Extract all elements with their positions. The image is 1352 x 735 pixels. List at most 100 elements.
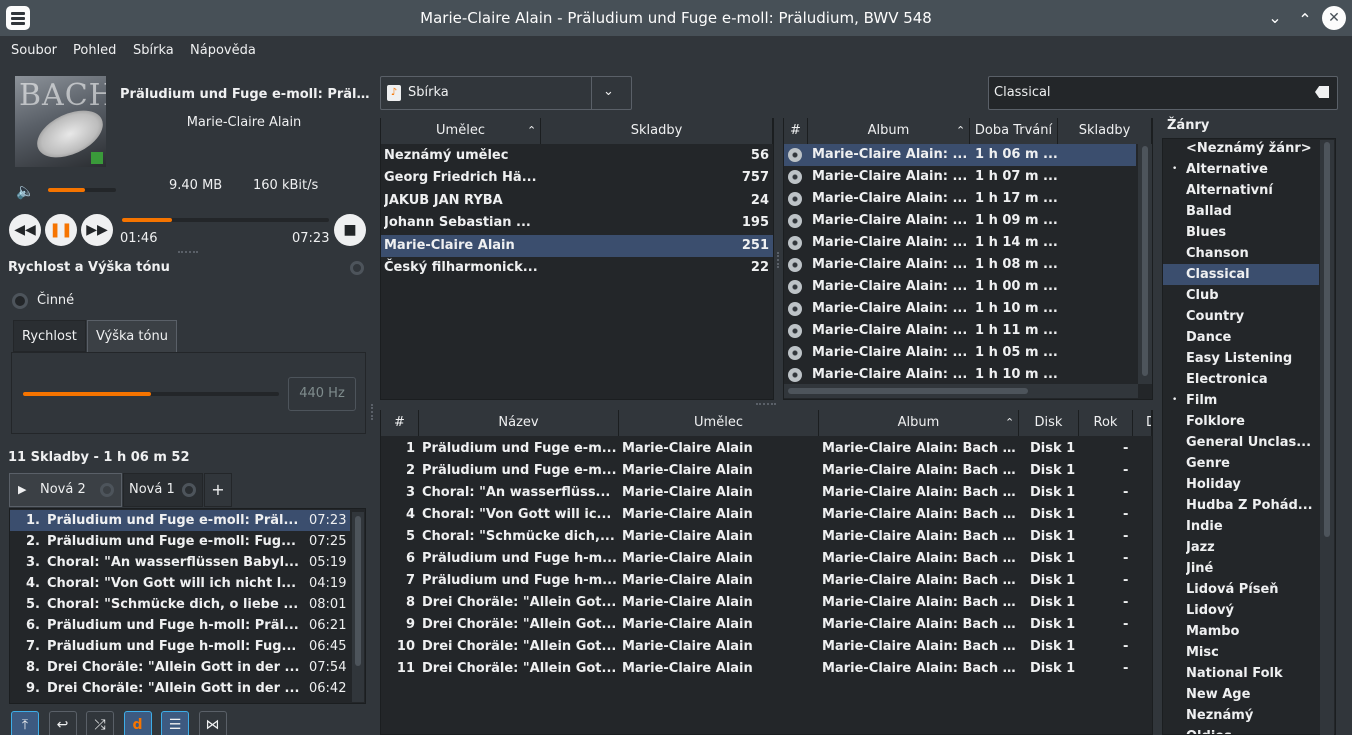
close-icon[interactable]: ✕ — [1322, 6, 1346, 30]
genre-item[interactable]: National Folk — [1163, 663, 1319, 684]
tab-vyska-tonu[interactable]: Výška tónu — [87, 320, 177, 352]
genre-item[interactable]: Chanson — [1163, 243, 1319, 264]
artist-column-header[interactable]: Umělec ⌃ — [381, 118, 541, 144]
album-row[interactable]: Marie-Claire Alain: ... 1 h 10 m ... — [784, 364, 1136, 386]
chevron-up-icon[interactable]: ⌃ — [1293, 8, 1317, 32]
source-dropdown[interactable]: ♪ Sbírka ⌄ — [380, 76, 632, 110]
splitter-handle[interactable] — [371, 404, 375, 420]
track-row[interactable]: 1 Präludium und Fuge e-m... Marie-Claire A… — [381, 438, 1152, 460]
extra-column-header[interactable]: D — [1133, 410, 1152, 436]
artist-row[interactable]: Neznámý umělec 56 — [381, 145, 773, 167]
genre-item[interactable]: • Film — [1163, 390, 1319, 411]
genre-item[interactable]: <Neznámý žánr> — [1163, 139, 1319, 159]
genre-item[interactable]: Folklore — [1163, 411, 1319, 432]
search-input[interactable]: Classical — [988, 76, 1338, 110]
genre-item[interactable]: Classical — [1163, 264, 1319, 285]
genre-item[interactable]: Blues — [1163, 222, 1319, 243]
menu-sbirka[interactable]: Sbírka — [133, 36, 174, 66]
splitter-handle[interactable] — [756, 403, 776, 407]
playlist-item[interactable]: 1. Präludium und Fuge e-moll: Präl... 07:2… — [10, 510, 350, 531]
playlist-item[interactable]: 8. Drei Choräle: "Allein Gott in der ... 0… — [10, 657, 350, 678]
playlist-item[interactable]: 3. Choral: "An wasserflüssen Babyl... 05:1… — [10, 552, 350, 573]
genre-item[interactable]: General Unclas... — [1163, 432, 1319, 453]
genre-item[interactable]: • Alternative — [1163, 159, 1319, 180]
artist-row[interactable]: Marie-Claire Alain 251 — [381, 234, 773, 257]
track-row[interactable]: 6 Präludium und Fuge h-m... Marie-Claire A… — [381, 548, 1152, 570]
genre-item[interactable]: Hudba Z Pohád... — [1163, 495, 1319, 516]
repeat-one-icon[interactable]: ⤒ — [11, 711, 39, 735]
track-row[interactable]: 7 Präludium und Fuge h-m... Marie-Claire A… — [381, 570, 1152, 592]
equalizer-icon[interactable]: ⋈ — [198, 711, 227, 735]
duration-column-header[interactable]: Doba Trvání — [970, 118, 1058, 144]
pause-icon[interactable]: ❚❚ — [45, 214, 77, 246]
genre-item[interactable]: Easy Listening — [1163, 348, 1319, 369]
genre-item[interactable]: Lidový — [1163, 600, 1319, 621]
artist-row[interactable]: Český filharmonick... 22 — [381, 257, 773, 279]
next-icon[interactable]: ▶▶ — [81, 214, 113, 246]
playlist-scroll-thumb[interactable] — [355, 516, 361, 666]
genre-item[interactable]: Lidová Píseň — [1163, 579, 1319, 600]
playlist-item[interactable]: 6. Präludium und Fuge h-moll: Präl... 06:2… — [10, 615, 350, 636]
playlist-tab-nova-1[interactable]: Nová 1 — [123, 473, 203, 507]
tab-rychlost[interactable]: Rychlost — [13, 320, 86, 352]
album-tracks-column-header[interactable]: Skladby — [1058, 118, 1152, 144]
disk-column-header[interactable]: Disk — [1019, 410, 1079, 436]
playlist-item[interactable]: 4. Choral: "Von Gott will ich nicht l... 0… — [10, 573, 350, 594]
pitch-slider[interactable] — [23, 392, 279, 396]
genre-item[interactable]: Dance — [1163, 327, 1319, 348]
track-artist-column-header[interactable]: Umělec — [619, 410, 819, 436]
genre-item[interactable]: Genre — [1163, 453, 1319, 474]
enabled-toggle[interactable] — [12, 293, 28, 309]
genre-item[interactable]: Misc — [1163, 642, 1319, 663]
previous-icon[interactable]: ◀◀ — [9, 214, 41, 246]
splitter-handle[interactable] — [178, 251, 198, 255]
genre-item[interactable]: Country — [1163, 306, 1319, 327]
chevron-down-icon[interactable]: ⌄ — [1263, 6, 1287, 30]
track-row[interactable]: 11 Drei Choräle: "Allein Got... Marie-Clai… — [381, 658, 1152, 680]
albums-scrollbar[interactable] — [1138, 144, 1152, 384]
album-row[interactable]: Marie-Claire Alain: ... 1 h 08 m ... — [784, 254, 1136, 276]
album-row[interactable]: Marie-Claire Alain: ... 1 h 14 m ... — [784, 232, 1136, 254]
playlist-item[interactable]: 5. Choral: "Schmücke dich, o liebe ... 08:… — [10, 594, 350, 615]
pitch-value-field[interactable]: 440 Hz — [288, 377, 356, 411]
album-row[interactable]: Marie-Claire Alain: ... 1 h 09 m ... — [784, 210, 1136, 232]
menu-napoveda[interactable]: Nápověda — [190, 36, 256, 66]
playlist-item[interactable]: 7. Präludium und Fuge h-moll: Fug... 06:45 — [10, 636, 350, 657]
track-album-column-header[interactable]: Album ⌃ — [819, 410, 1019, 436]
album-row[interactable]: Marie-Claire Alain: ... 1 h 07 m ... — [784, 166, 1136, 188]
genre-item[interactable]: Jazz — [1163, 537, 1319, 558]
repeat-icon[interactable]: ↩ — [48, 711, 77, 735]
title-column-header[interactable]: Název — [419, 410, 619, 436]
stop-icon[interactable]: ■ — [334, 214, 366, 246]
seek-slider[interactable] — [122, 218, 329, 222]
genre-item[interactable]: Holiday — [1163, 474, 1319, 495]
albums-h-scrollbar[interactable] — [784, 384, 1138, 398]
album-row[interactable]: Marie-Claire Alain: ... 1 h 17 m ... — [784, 188, 1136, 210]
album-row[interactable]: Marie-Claire Alain: ... 1 h 06 m ... — [784, 144, 1136, 166]
album-column-header[interactable]: Album ⌃ — [808, 118, 970, 144]
genres-scroll-thumb[interactable] — [1324, 142, 1330, 537]
year-column-header[interactable]: Rok — [1079, 410, 1133, 436]
albums-h-scroll-thumb[interactable] — [788, 388, 1028, 394]
shuffle-icon[interactable]: ⤮ — [86, 711, 114, 735]
splitter-handle[interactable] — [777, 252, 781, 268]
artist-row[interactable]: Georg Friedrich Hä... 757 — [381, 167, 773, 189]
track-row[interactable]: 2 Präludium und Fuge e-m... Marie-Claire A… — [381, 460, 1152, 482]
genres-scrollbar[interactable] — [1320, 140, 1334, 735]
albums-scroll-thumb[interactable] — [1142, 146, 1148, 376]
genre-item[interactable]: Alternativní — [1163, 180, 1319, 201]
track-row[interactable]: 10 Drei Choräle: "Allein Got... Marie-Clai… — [381, 636, 1152, 658]
clear-icon[interactable] — [1315, 86, 1329, 98]
genre-item[interactable]: Jiné — [1163, 558, 1319, 579]
track-row[interactable]: 9 Drei Choräle: "Allein Got... Marie-Clair… — [381, 614, 1152, 636]
playlist-tab-nova-2[interactable]: ▶ Nová 2 — [9, 473, 122, 507]
genre-item[interactable]: Oldies — [1163, 726, 1319, 734]
playlist-scrollbar[interactable] — [352, 512, 364, 702]
genre-item[interactable]: Neznámý — [1163, 705, 1319, 726]
track-row[interactable]: 5 Choral: "Schmücke dich,... Marie-Claire … — [381, 526, 1152, 548]
dynamic-icon[interactable]: d — [123, 711, 152, 735]
genre-item[interactable]: Club — [1163, 285, 1319, 306]
add-playlist-button[interactable]: + — [204, 473, 232, 507]
album-row[interactable]: Marie-Claire Alain: ... 1 h 10 m ... — [784, 298, 1136, 320]
playlist-icon[interactable]: ☰ — [161, 711, 189, 735]
